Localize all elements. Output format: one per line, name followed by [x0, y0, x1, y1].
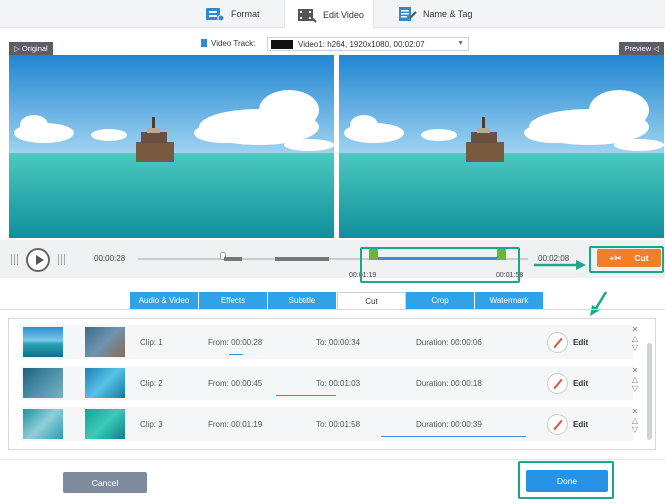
clip-range-bar [381, 436, 526, 437]
original-video-frame [9, 55, 334, 238]
move-up-icon[interactable]: △ [629, 375, 641, 384]
tab-format[interactable]: Format [205, 0, 260, 28]
tab-format-label: Format [231, 9, 260, 19]
document-icon [399, 7, 417, 21]
edit-label: Edit [573, 379, 589, 388]
edit-label: Edit [573, 338, 589, 347]
clip-controls: ✕ △ ▽ [629, 366, 641, 393]
clip-range-bar [229, 354, 243, 355]
clip-number: Clip: 3 [140, 420, 163, 429]
clip-row[interactable]: Clip: 1 From: 00:00:28 To: 00:00:34 Dura… [21, 325, 633, 359]
cut-button[interactable]: +✂ Cut [597, 249, 661, 267]
tab-name-tag-label: Name & Tag [423, 9, 473, 19]
move-down-icon[interactable]: ▽ [629, 425, 641, 434]
move-up-icon[interactable]: △ [629, 334, 641, 343]
top-tab-bar: Format Edit Video Name & Tag [0, 0, 665, 29]
arrow-down-left-icon [590, 291, 608, 316]
scissors-icon: +✂ [609, 252, 622, 263]
edit-tab-bar: Audio & Video Effects Subtitle Cut Crop … [130, 292, 544, 309]
close-icon[interactable]: ✕ [629, 325, 641, 334]
preview-pane: Preview ◁ [339, 42, 664, 238]
clip-segment [224, 257, 242, 261]
footer-divider [0, 459, 665, 460]
edit-video-window: Format Edit Video Name & Tag Video Track… [0, 0, 665, 504]
timeline-track[interactable] [138, 249, 528, 261]
film-icon [298, 8, 317, 23]
format-icon [206, 8, 225, 22]
done-button[interactable]: Done [526, 470, 608, 492]
pencil-icon [547, 373, 568, 394]
clip-segment [275, 257, 329, 261]
end-time: 00:02:08 [538, 254, 570, 263]
clip-start-thumbnail [23, 327, 63, 357]
original-pane: ▷ Original [9, 42, 334, 238]
move-down-icon[interactable]: ▽ [629, 384, 641, 393]
preview-video-frame [339, 55, 664, 238]
close-icon[interactable]: ✕ [629, 407, 641, 416]
tab-edit-video-label: Edit Video [323, 9, 364, 20]
clip-number: Clip: 1 [140, 338, 163, 347]
current-time: 00:00:28 [94, 254, 126, 263]
selection-range [373, 257, 501, 260]
clip-from: From: 00:00:28 [208, 338, 263, 347]
clip-start-thumbnail [23, 409, 63, 439]
cancel-button[interactable]: Cancel [63, 472, 147, 493]
playback-bar: 00:00:28 00:01:19 00:01:58 00:02:08 [0, 240, 665, 279]
clip-row[interactable]: Clip: 2 From: 00:00:45 To: 00:01:03 Dura… [21, 366, 633, 400]
clip-to: To: 00:00:34 [316, 338, 361, 347]
tab-effects[interactable]: Effects [199, 292, 268, 309]
edit-clip-button[interactable]: Edit [547, 332, 588, 353]
clip-controls: ✕ △ ▽ [629, 325, 641, 352]
tab-audio-video[interactable]: Audio & Video [130, 292, 199, 309]
clip-duration: Duration: 00:00:39 [416, 420, 482, 429]
move-up-icon[interactable]: △ [629, 416, 641, 425]
clip-range-bar [276, 395, 336, 396]
clip-end-thumbnail [85, 409, 125, 439]
move-down-icon[interactable]: ▽ [629, 343, 641, 352]
edit-label: Edit [573, 420, 589, 429]
start-handle[interactable] [369, 249, 378, 260]
clip-duration: Duration: 00:00:06 [416, 338, 482, 347]
edit-clip-button[interactable]: Edit [547, 373, 588, 394]
clip-start-thumbnail [23, 368, 63, 398]
end-handle[interactable] [497, 249, 506, 260]
cut-label: Cut [634, 253, 649, 263]
close-icon[interactable]: ✕ [629, 366, 641, 375]
preview-label: Preview ◁ [619, 42, 664, 55]
edit-clip-button[interactable]: Edit [547, 414, 588, 435]
clip-end-thumbnail [85, 368, 125, 398]
clip-number: Clip: 2 [140, 379, 163, 388]
tab-subtitle[interactable]: Subtitle [268, 292, 337, 309]
left-grip-icon [11, 254, 19, 265]
tab-crop[interactable]: Crop [406, 292, 475, 309]
clip-list: Clip: 1 From: 00:00:28 To: 00:00:34 Dura… [8, 318, 656, 450]
tab-cut[interactable]: Cut [337, 292, 406, 309]
pencil-icon [547, 414, 568, 435]
right-grip-icon [58, 254, 66, 265]
clip-from: From: 00:01:19 [208, 420, 263, 429]
tab-divider [0, 309, 665, 310]
clip-duration: Duration: 00:00:18 [416, 379, 482, 388]
clip-end-thumbnail [85, 327, 125, 357]
clip-row[interactable]: Clip: 3 From: 00:01:19 To: 00:01:58 Dura… [21, 407, 633, 441]
clip-from: From: 00:00:45 [208, 379, 263, 388]
tab-edit-video[interactable]: Edit Video [284, 0, 374, 29]
tab-watermark[interactable]: Watermark [475, 292, 544, 309]
clip-to: To: 00:01:03 [316, 379, 361, 388]
clip-to: To: 00:01:58 [316, 420, 361, 429]
original-label: ▷ Original [9, 42, 53, 55]
tab-name-tag[interactable]: Name & Tag [397, 0, 472, 28]
pencil-icon [547, 332, 568, 353]
clip-list-scrollbar[interactable] [647, 343, 652, 440]
selection-start-time: 00:01:19 [349, 272, 377, 279]
clip-controls: ✕ △ ▽ [629, 407, 641, 434]
selection-end-time: 00:01:58 [496, 272, 524, 279]
play-button[interactable] [26, 248, 50, 272]
